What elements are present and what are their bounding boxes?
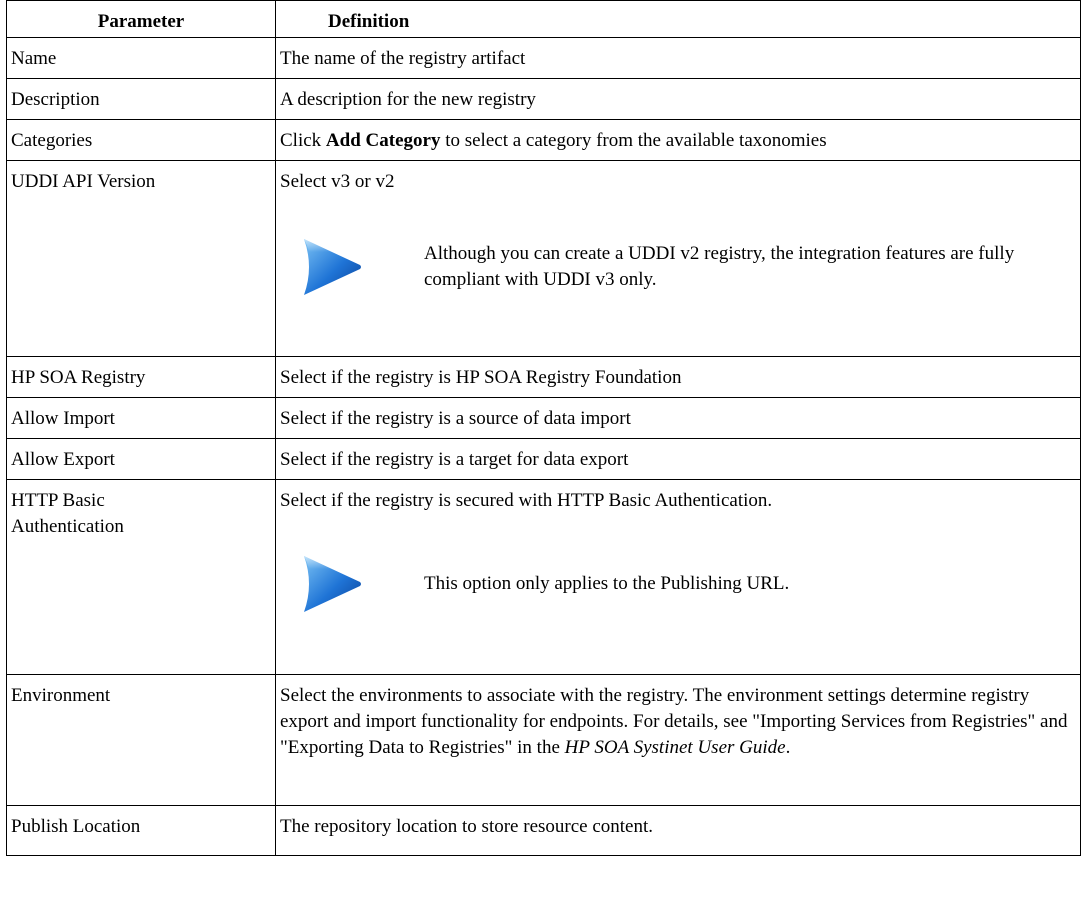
param-description: Description xyxy=(6,78,276,120)
definition-allow-export: Select if the registry is a target for d… xyxy=(275,438,1081,480)
param-allow-import: Allow Import xyxy=(6,397,276,439)
definition-publish-location: The repository location to store resourc… xyxy=(275,805,1081,856)
table-row: Allow Import Select if the registry is a… xyxy=(6,397,1081,439)
http-definition-text: Select if the registry is secured with H… xyxy=(280,490,773,511)
table-row: HP SOA Registry Select if the registry i… xyxy=(6,356,1081,398)
http-param-text: HTTP Basic Authentication xyxy=(11,490,124,537)
definition-hp-soa-registry: Select if the registry is HP SOA Registr… xyxy=(275,356,1081,398)
table-row: Name The name of the registry artifact xyxy=(6,37,1081,79)
definition-allow-import: Select if the registry is a source of da… xyxy=(275,397,1081,439)
parameter-header: Parameter xyxy=(6,0,276,38)
definition-categories: Click Add Category to select a category … xyxy=(275,119,1081,161)
param-uddi-api-version: UDDI API Version xyxy=(6,160,276,357)
param-categories: Categories xyxy=(6,119,276,161)
definition-http-basic-authentication: Select if the registry is secured with H… xyxy=(275,479,1081,675)
definition-environment: Select the environments to associate wit… xyxy=(275,674,1081,806)
param-http-basic-authentication: HTTP Basic Authentication xyxy=(6,479,276,675)
uddi-note-text: Although you can create a UDDI v2 regist… xyxy=(424,243,1015,290)
param-hp-soa-registry: HP SOA Registry xyxy=(6,356,276,398)
table-row: Description A description for the new re… xyxy=(6,78,1081,120)
uddi-note: Although you can create a UDDI v2 regist… xyxy=(280,235,1072,299)
parameter-table: Parameter Definition Name The name of th… xyxy=(6,0,1081,856)
definition-description: A description for the new registry xyxy=(275,78,1081,120)
note-arrow-icon xyxy=(304,556,361,612)
table-row: Publish Location The repository location… xyxy=(6,805,1081,856)
param-publish-location: Publish Location xyxy=(6,805,276,856)
user-guide-title: HP SOA Systinet User Guide xyxy=(564,737,786,758)
param-environment: Environment xyxy=(6,674,276,806)
table-row: UDDI API Version Select v3 or v2 Althoug… xyxy=(6,160,1081,357)
definition-header: Definition xyxy=(275,0,1081,38)
categories-text-post: to select a category from the available … xyxy=(440,130,827,151)
definition-name: The name of the registry artifact xyxy=(275,37,1081,79)
table-row: Categories Click Add Category to select … xyxy=(6,119,1081,161)
http-note-text: This option only applies to the Publishi… xyxy=(424,573,790,594)
add-category-label: Add Category xyxy=(325,130,441,151)
note-arrow-icon xyxy=(304,239,361,295)
http-note: This option only applies to the Publishi… xyxy=(280,552,1072,616)
param-allow-export: Allow Export xyxy=(6,438,276,480)
categories-text-pre: Click xyxy=(280,130,326,151)
table-row: Allow Export Select if the registry is a… xyxy=(6,438,1081,480)
uddi-definition-text: Select v3 or v2 xyxy=(280,171,395,192)
definition-uddi-api-version: Select v3 or v2 Although you can create … xyxy=(275,160,1081,357)
environment-text-post: . xyxy=(785,737,791,758)
table-row: Environment Select the environments to a… xyxy=(6,674,1081,806)
table-row: HTTP Basic Authentication Select if the … xyxy=(6,479,1081,675)
param-name: Name xyxy=(6,37,276,79)
